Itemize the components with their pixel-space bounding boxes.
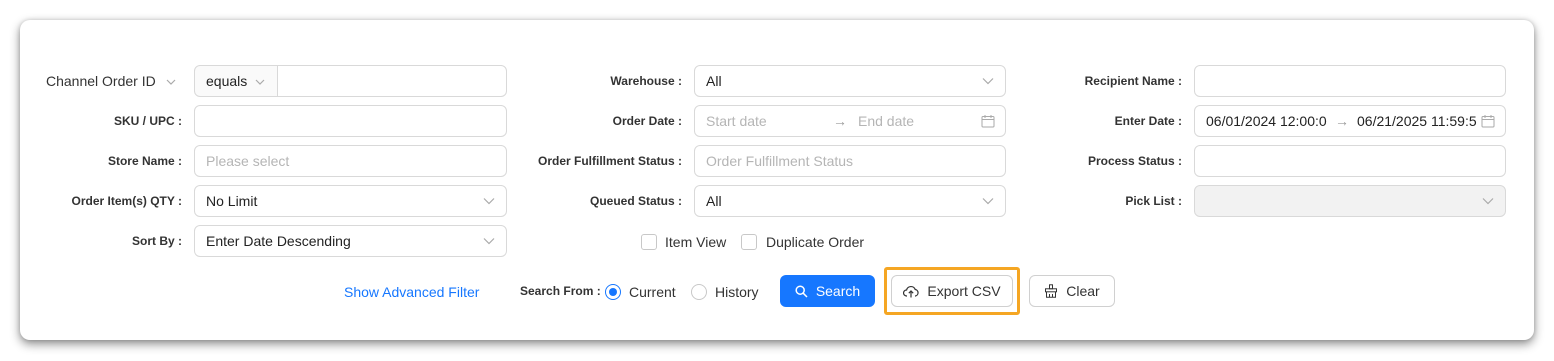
radio-current-label: Current [629,284,676,300]
warehouse-select[interactable]: All [694,65,1006,97]
store-name-label: Store Name : [107,154,182,168]
export-csv-button[interactable]: Export CSV [891,275,1013,307]
channel-order-id-input[interactable] [277,65,507,97]
range-arrow-icon: → [1335,113,1349,129]
search-from-label: Search From : [520,284,601,298]
chevron-down-icon [982,78,994,85]
order-search-panel: Channel Order ID equals SKU / UPC : Stor… [20,20,1534,340]
sku-upc-label: SKU / UPC : [113,114,182,128]
order-item-qty-select[interactable]: No Limit [194,185,507,217]
store-name-placeholder: Please select [206,153,290,169]
pick-list-select[interactable] [1194,185,1506,217]
queued-status-select[interactable]: All [694,185,1006,217]
process-status-select[interactable] [1194,145,1506,177]
export-csv-button-label: Export CSV [927,283,1001,299]
chevron-down-icon [483,198,495,205]
order-fulfillment-status-placeholder: Order Fulfillment Status [706,153,854,169]
order-item-qty-label: Order Item(s) QTY : [71,194,182,208]
sort-by-select[interactable]: Enter Date Descending [194,225,507,257]
queued-status-value: All [706,193,722,209]
calendar-icon [981,115,995,128]
recipient-name-input[interactable] [1194,65,1506,97]
item-view-checkbox[interactable] [641,234,657,250]
radio-current[interactable] [605,284,621,300]
range-arrow-icon: → [833,113,847,129]
chevron-down-icon [255,79,265,86]
pick-list-label: Pick List : [1125,194,1182,208]
sort-by-value: Enter Date Descending [206,233,351,249]
order-fulfillment-status-label: Order Fulfillment Status : [537,154,682,168]
order-date-start[interactable]: Start date [706,113,767,129]
operator-value: equals [206,73,248,89]
sku-upc-input[interactable] [194,105,507,137]
enter-date-label: Enter Date : [1114,114,1182,128]
show-advanced-filter-link[interactable]: Show Advanced Filter [344,283,479,301]
chevron-down-icon [483,238,495,245]
radio-history[interactable] [691,284,707,300]
item-view-label: Item View [665,234,727,250]
warehouse-value: All [706,73,722,89]
store-name-select[interactable]: Please select [194,145,507,177]
clear-button[interactable]: Clear [1029,275,1115,307]
recipient-name-label: Recipient Name : [1084,74,1182,88]
sort-by-label: Sort By : [131,234,182,248]
radio-history-label: History [715,284,759,300]
channel-order-id-label: Channel Order ID [46,73,156,89]
enter-date-start[interactable]: 06/01/2024 12:00:0 [1206,113,1327,129]
warehouse-label: Warehouse : [610,74,682,88]
channel-order-id-dropdown[interactable]: Channel Order ID [46,65,176,97]
order-date-end[interactable]: End date [858,106,914,136]
channel-order-id-operator-select[interactable]: equals [194,65,278,97]
order-item-qty-value: No Limit [206,193,258,209]
cloud-upload-icon [903,285,920,297]
search-button[interactable]: Search [780,275,875,307]
chevron-down-icon [982,198,994,205]
enter-date-end[interactable]: 06/21/2025 11:59:5 [1357,106,1477,136]
queued-status-label: Queued Status : [589,194,682,208]
chevron-down-icon [166,79,176,86]
order-date-range-picker[interactable]: Start date → End date [694,105,1006,137]
order-date-label: Order Date : [612,114,682,128]
chevron-down-icon [1482,198,1494,205]
search-button-label: Search [815,283,861,299]
clear-broom-icon [1045,284,1058,298]
order-fulfillment-status-select[interactable]: Order Fulfillment Status [694,145,1006,177]
search-icon [795,284,808,298]
calendar-icon [1481,115,1495,128]
duplicate-order-checkbox[interactable] [741,234,757,250]
process-status-label: Process Status : [1087,154,1182,168]
duplicate-order-label: Duplicate Order [766,234,865,250]
enter-date-range-picker[interactable]: 06/01/2024 12:00:0 → 06/21/2025 11:59:5 [1194,105,1506,137]
clear-button-label: Clear [1066,283,1100,299]
